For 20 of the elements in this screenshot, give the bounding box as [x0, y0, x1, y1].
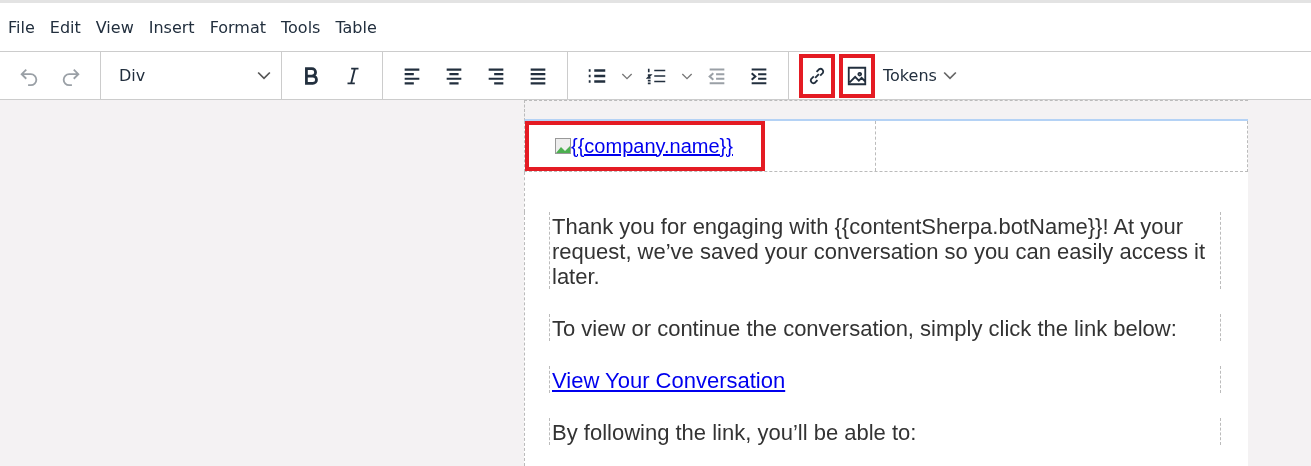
menu-item[interactable]: Table — [329, 17, 383, 37]
menu-item[interactable]: Insert — [142, 17, 201, 37]
broken-image-icon — [555, 138, 571, 154]
link-button[interactable] — [799, 53, 835, 98]
caret-icon — [942, 70, 957, 81]
caret-icon — [257, 70, 271, 81]
company-logo-link[interactable]: {{company.name}} — [525, 121, 765, 171]
menu-item[interactable]: Tools — [275, 17, 327, 37]
tokens-menu[interactable]: Tokens — [877, 66, 963, 85]
menu-item[interactable]: File — [2, 17, 41, 37]
body-text: Thank you for engaging with {{contentSherpa.botName}}! At your request, we’ve saved your conversation so you can easily access it later. — [552, 214, 1205, 289]
menu-item[interactable]: View — [89, 17, 140, 37]
image-button[interactable] — [839, 53, 875, 98]
conversation-link[interactable]: View Your Conversation — [552, 368, 786, 393]
menu-item[interactable]: Format — [203, 17, 272, 37]
menu-item[interactable]: Edit — [43, 17, 87, 37]
block-format-select[interactable]: Div — [109, 58, 273, 93]
body-text: To view or continue the conversation, simply click the link below: — [552, 316, 1177, 341]
image-icon — [846, 64, 868, 87]
body-text: By following the link, you’ll be able to: — [552, 420, 917, 445]
